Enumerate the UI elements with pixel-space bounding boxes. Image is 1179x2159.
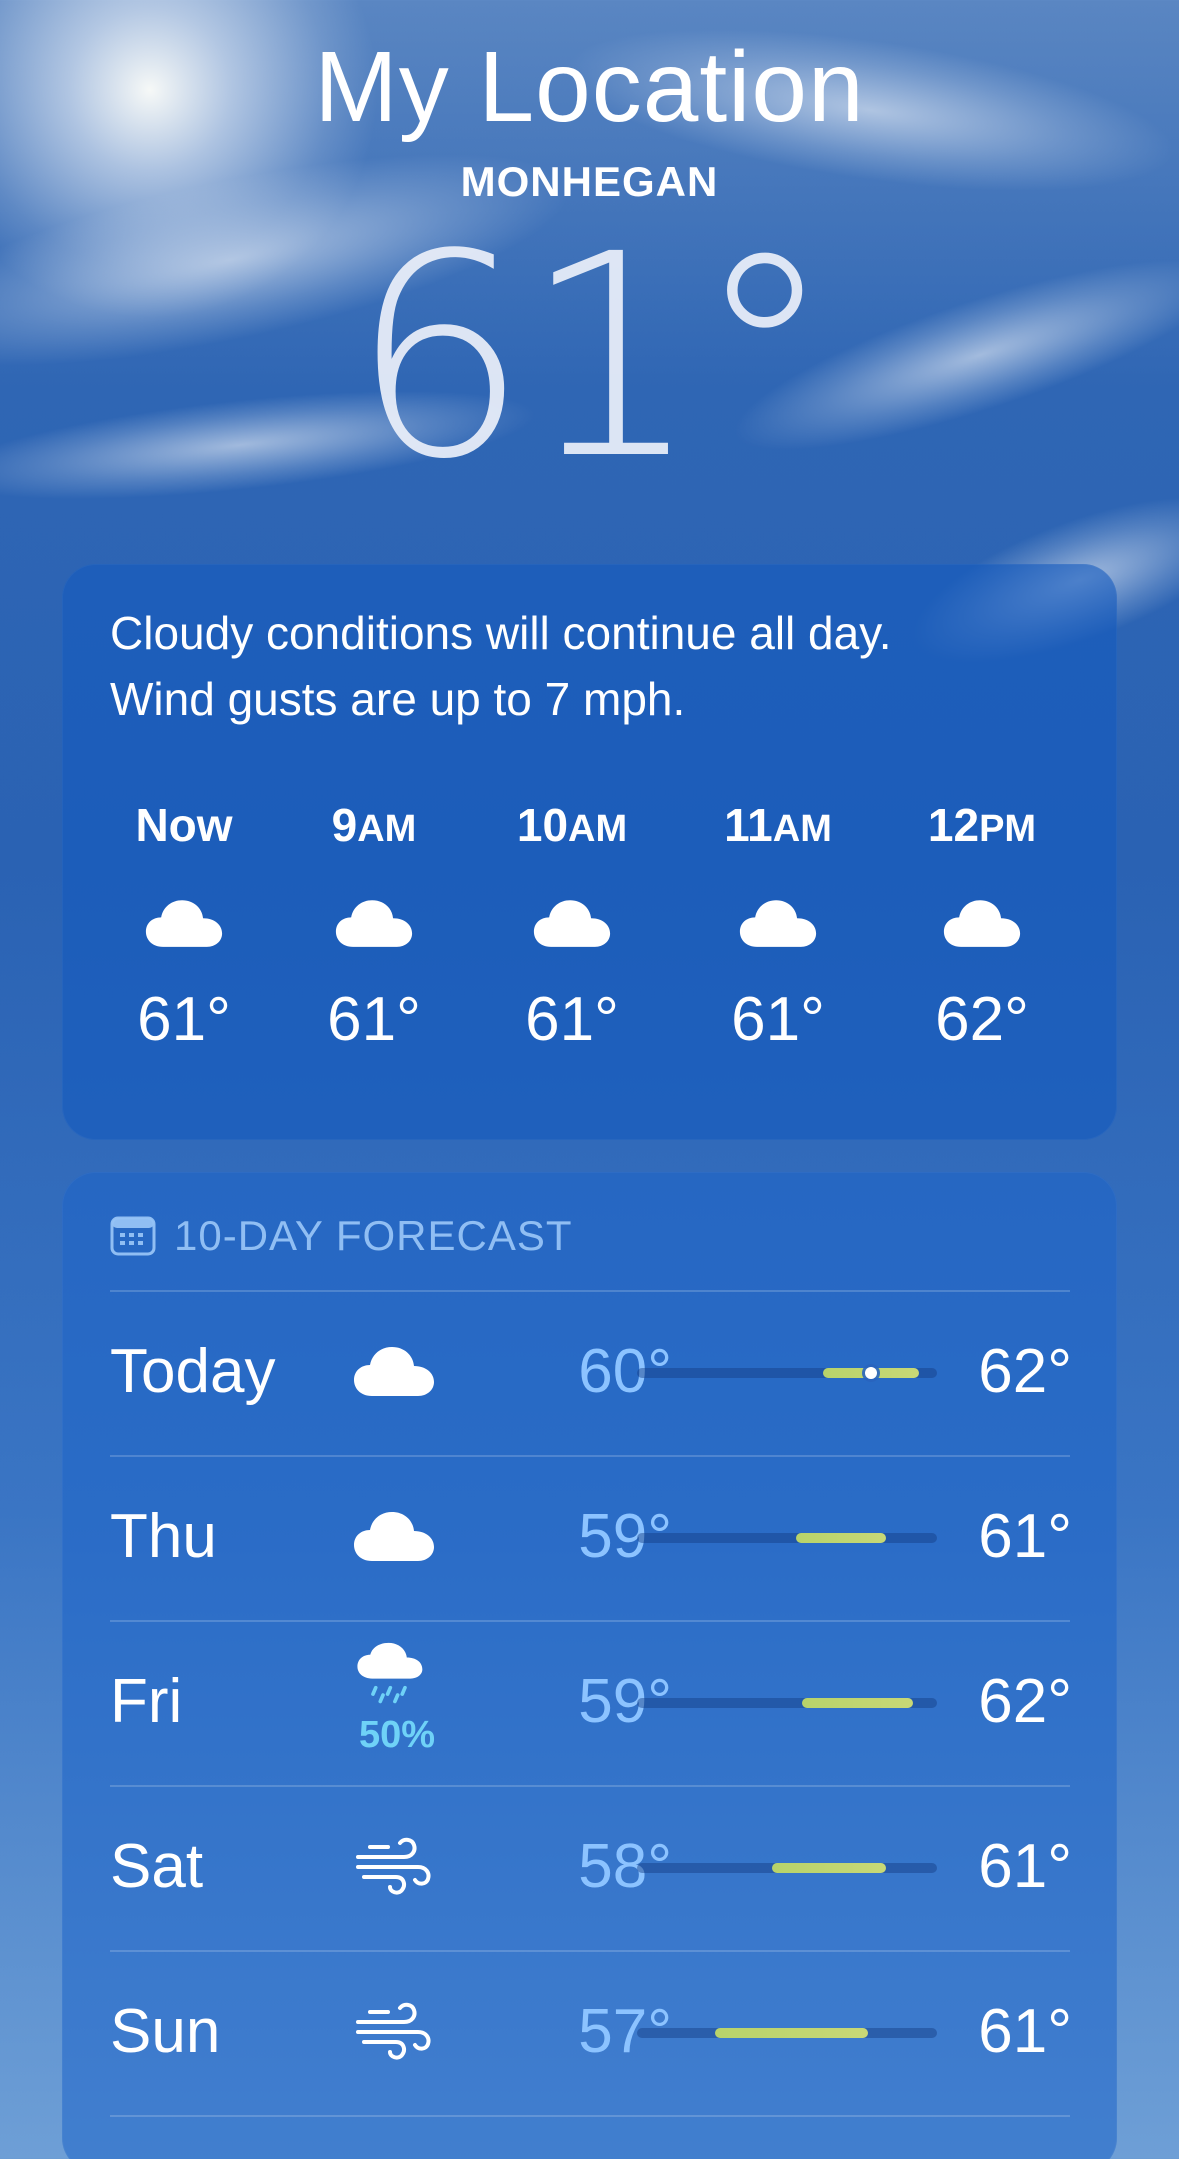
forecast-day: Thu <box>110 1502 217 1571</box>
hour-value: 12 <box>927 799 980 851</box>
hour-ampm: AM <box>772 808 832 850</box>
hour-label: 12PM <box>902 798 1062 852</box>
hour-value: 10 <box>516 799 569 851</box>
forecast-row[interactable]: Sun 57° 61° <box>62 1952 1117 2116</box>
temperature-range-bar <box>637 1533 937 1543</box>
cloud-icon <box>943 900 1021 947</box>
cloud-rain-icon <box>357 1642 423 1704</box>
forecast-high: 62° <box>978 1337 1072 1406</box>
forecast-row[interactable]: Fri 50% 59° 62° <box>62 1622 1117 1786</box>
hour-ampm: AM <box>357 808 417 850</box>
hourly-strip[interactable]: Now 61° 9AM 61° 10AM 61° 11AM 61° 12PM 62° <box>62 798 1117 1118</box>
forecast-day: Today <box>110 1337 276 1406</box>
forecast-header: 10-DAY FORECAST <box>110 1208 573 1264</box>
hour-temperature: 61° <box>137 985 231 1054</box>
hourly-forecast-card[interactable]: Cloudy conditions will continue all day.… <box>62 564 1117 1140</box>
summary-line: Wind gusts are up to 7 mph. <box>110 673 686 725</box>
forecast-icon-wrap <box>352 1505 436 1569</box>
precip-chance: 50% <box>358 1714 436 1756</box>
hour-icon-wrap <box>144 896 224 952</box>
forecast-header-label: 10-DAY FORECAST <box>174 1212 573 1259</box>
current-temp-dot <box>865 1367 877 1379</box>
temperature-range-bar <box>637 1698 937 1708</box>
hour-ampm: AM <box>568 808 628 850</box>
forecast-high: 61° <box>978 1832 1072 1901</box>
wind-icon <box>356 1837 431 1895</box>
cloud-icon <box>335 900 413 947</box>
hour-ampm: PM <box>979 808 1037 850</box>
summary-line: Cloudy conditions will continue all day. <box>110 607 892 659</box>
forecast-row[interactable]: Today 60° 62° <box>62 1292 1117 1456</box>
forecast-high: 62° <box>978 1667 1072 1736</box>
hour-icon-wrap <box>334 896 414 952</box>
forecast-row[interactable]: Thu 59° 61° <box>62 1457 1117 1621</box>
temperature-range-fill <box>802 1698 913 1708</box>
ten-day-forecast-card[interactable]: 10-DAY FORECAST Today 60° 62° Thu 59° 61° Fri 5… <box>62 1172 1117 2159</box>
temperature-range-fill <box>772 1863 886 1873</box>
cloud-icon <box>145 900 223 947</box>
cloud-icon <box>354 1512 434 1561</box>
current-temperature: 61° <box>350 195 834 521</box>
forecast-icon-wrap <box>352 1835 436 1899</box>
temperature-range-fill <box>715 2028 868 2038</box>
conditions-summary: Cloudy conditions will continue all day.… <box>110 600 1070 732</box>
hour-temperature: 62° <box>935 985 1029 1054</box>
location-title: My Location <box>314 31 865 143</box>
hour-label: 11AM <box>698 798 858 852</box>
hour-label: Now <box>104 798 264 852</box>
cloud-icon <box>739 900 817 947</box>
temperature-range-bar <box>637 1863 937 1873</box>
forecast-icon-wrap <box>352 2000 436 2064</box>
hour-icon-wrap <box>942 896 1022 952</box>
forecast-icon-wrap <box>352 1642 436 1706</box>
hour-value: 11 <box>724 799 773 851</box>
forecast-high: 61° <box>978 1997 1072 2066</box>
hour-label: 10AM <box>492 798 652 852</box>
hour-value: Now <box>135 799 233 851</box>
hour-temperature: 61° <box>327 985 421 1054</box>
wind-icon <box>356 2002 431 2060</box>
temperature-range-fill <box>796 1533 886 1543</box>
forecast-day: Sun <box>110 1997 221 2066</box>
row-divider <box>110 2115 1070 2117</box>
forecast-day: Sat <box>110 1832 204 1901</box>
cloud-icon <box>354 1347 434 1396</box>
hour-temperature: 61° <box>731 985 825 1054</box>
forecast-icon-wrap <box>352 1340 436 1404</box>
cloud-icon <box>533 900 611 947</box>
temperature-range-bar <box>637 1367 937 1379</box>
hour-icon-wrap <box>532 896 612 952</box>
calendar-icon <box>110 1216 156 1256</box>
hour-icon-wrap <box>738 896 818 952</box>
hour-temperature: 61° <box>525 985 619 1054</box>
hour-label: 9AM <box>294 798 454 852</box>
forecast-day: Fri <box>110 1667 183 1736</box>
temperature-range-bar <box>637 2028 937 2038</box>
forecast-high: 61° <box>978 1502 1072 1571</box>
forecast-row[interactable]: Sat 58° 61° <box>62 1787 1117 1951</box>
hour-value: 9 <box>331 799 358 851</box>
